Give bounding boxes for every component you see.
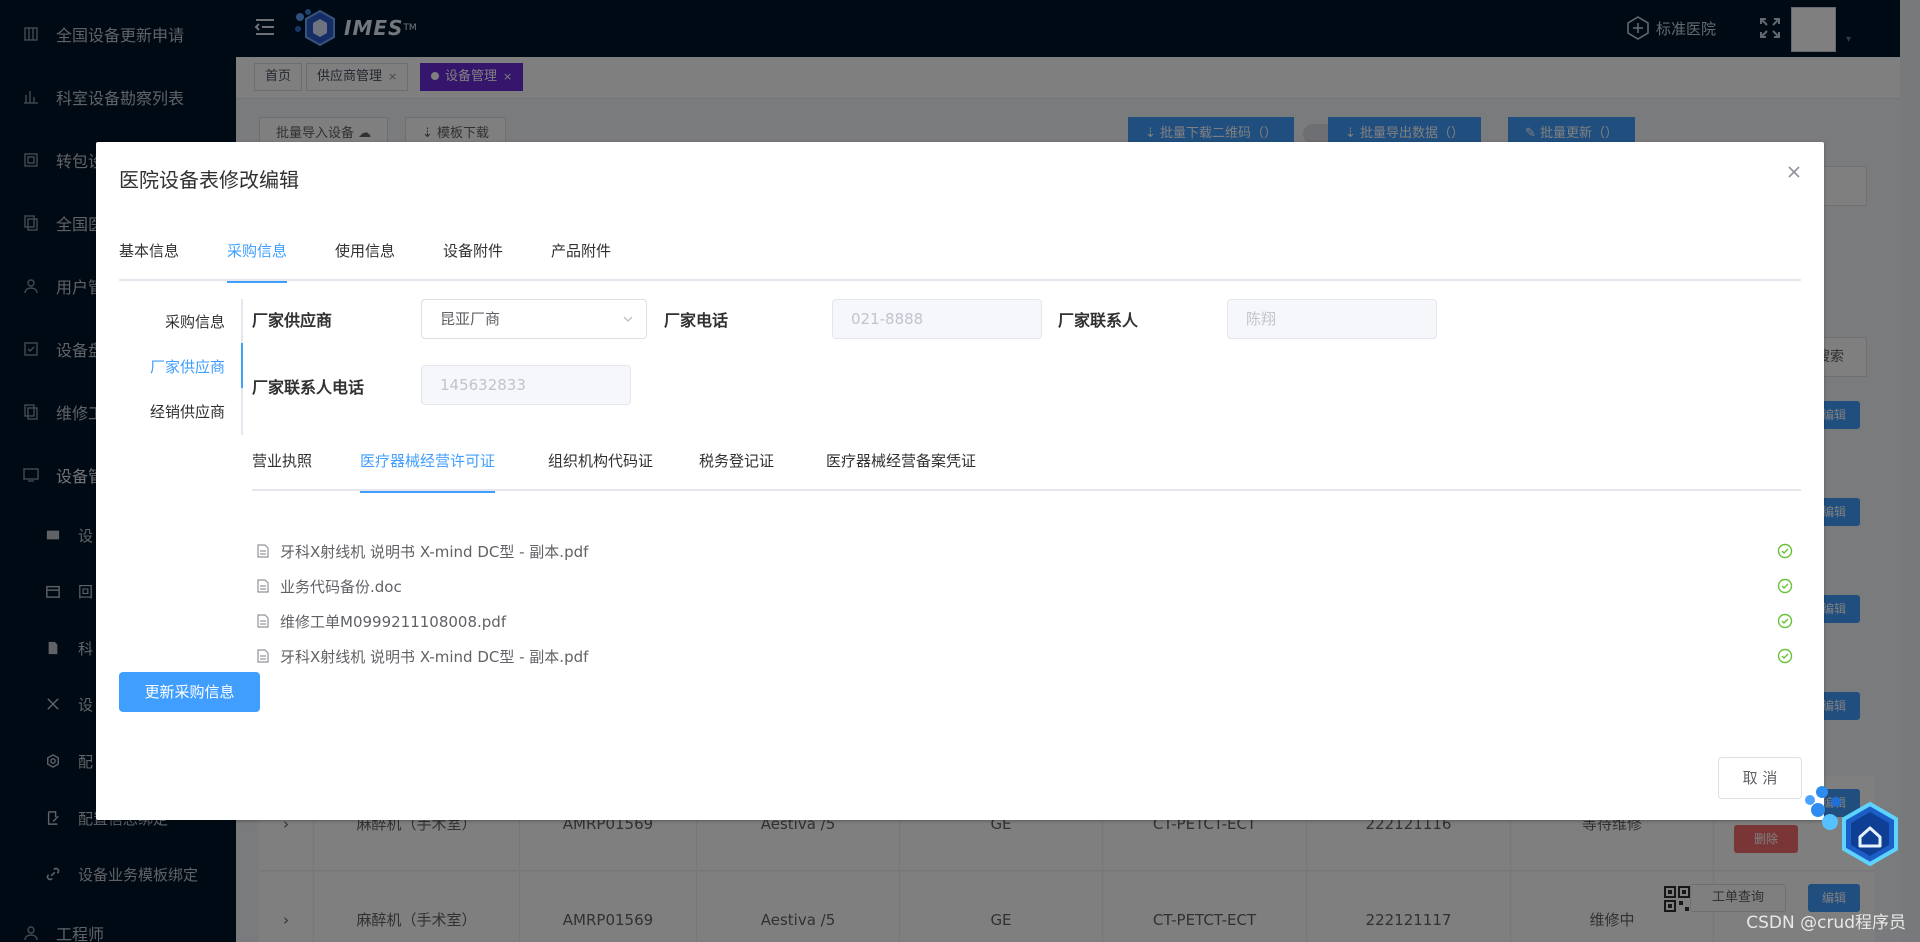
contact-phone-field[interactable]: 145632833 xyxy=(421,365,631,405)
side-menu: 采购信息 厂家供应商 经销供应商 xyxy=(119,299,243,435)
input-value: 陈翔 xyxy=(1246,310,1277,328)
tab-product-attachments[interactable]: 产品附件 xyxy=(551,238,611,281)
file-item[interactable]: 维修工单M0999211108008.pdf xyxy=(252,608,1801,634)
chevron-down-icon xyxy=(623,316,633,323)
file-item[interactable]: 业务代码备份.doc xyxy=(252,573,1801,599)
tab-device-attachments[interactable]: 设备附件 xyxy=(443,238,503,281)
tab-purchase-info[interactable]: 采购信息 xyxy=(227,238,288,283)
document-icon xyxy=(257,544,269,558)
cancel-button[interactable]: 取 消 xyxy=(1718,757,1802,799)
close-icon[interactable] xyxy=(1786,164,1802,180)
file-name[interactable]: 维修工单M0999211108008.pdf xyxy=(280,611,506,632)
tab-filing-cert[interactable]: 医疗器械经营备案凭证 xyxy=(826,448,976,491)
phone-label: 厂家电话 xyxy=(664,311,729,330)
input-value: 021-8888 xyxy=(851,310,924,328)
floating-home-icon[interactable] xyxy=(1800,782,1910,882)
file-name[interactable]: 牙科X射线机 说明书 X-mind DC型 - 副本.pdf xyxy=(280,541,588,562)
file-name[interactable]: 牙科X射线机 说明书 X-mind DC型 - 副本.pdf xyxy=(280,646,588,667)
tab-org-code[interactable]: 组织机构代码证 xyxy=(548,448,653,491)
dialog-tabs: 基本信息 采购信息 使用信息 设备附件 产品附件 xyxy=(119,238,1801,283)
side-item-manufacturer[interactable]: 厂家供应商 xyxy=(150,356,225,377)
update-purchase-button[interactable]: 更新采购信息 xyxy=(119,672,260,712)
dialog-title: 医院设备表修改编辑 xyxy=(119,168,299,192)
input-value: 145632833 xyxy=(440,376,526,394)
document-icon xyxy=(257,649,269,663)
document-icon xyxy=(257,579,269,593)
contact-label: 厂家联系人 xyxy=(1058,311,1139,330)
tab-tax-cert[interactable]: 税务登记证 xyxy=(699,448,774,491)
select-value: 昆亚厂商 xyxy=(440,310,501,328)
file-name[interactable]: 业务代码备份.doc xyxy=(280,576,402,597)
file-item[interactable]: 牙科X射线机 说明书 X-mind DC型 - 副本.pdf xyxy=(252,643,1801,669)
check-circle-icon xyxy=(1777,578,1793,594)
side-item-distributor[interactable]: 经销供应商 xyxy=(150,401,225,422)
supplier-label: 厂家供应商 xyxy=(252,311,333,330)
side-active-indicator xyxy=(241,343,243,388)
file-item[interactable]: 牙科X射线机 说明书 X-mind DC型 - 副本.pdf xyxy=(252,538,1801,564)
edit-dialog: 医院设备表修改编辑 基本信息 采购信息 使用信息 设备附件 产品附件 采购信息 … xyxy=(96,142,1824,820)
license-tabs: 营业执照 医疗器械经营许可证 组织机构代码证 税务登记证 医疗器械经营备案凭证 xyxy=(252,448,1801,493)
check-circle-icon xyxy=(1777,543,1793,559)
button-label: 更新采购信息 xyxy=(144,683,235,701)
check-circle-icon xyxy=(1777,648,1793,664)
supplier-select[interactable]: 昆亚厂商 xyxy=(421,299,647,339)
phone-field[interactable]: 021-8888 xyxy=(832,299,1042,339)
button-label: 取 消 xyxy=(1742,769,1778,787)
contact-phone-label: 厂家联系人电话 xyxy=(252,378,365,397)
watermark: CSDN @crud程序员 xyxy=(1746,913,1906,933)
tab-business-license[interactable]: 营业执照 xyxy=(252,448,312,491)
side-item-purchase[interactable]: 采购信息 xyxy=(165,311,225,332)
tab-basic-info[interactable]: 基本信息 xyxy=(119,238,179,281)
tab-device-license[interactable]: 医疗器械经营许可证 xyxy=(360,448,496,493)
tab-usage-info[interactable]: 使用信息 xyxy=(335,238,395,281)
check-circle-icon xyxy=(1777,613,1793,629)
document-icon xyxy=(257,614,269,628)
contact-field[interactable]: 陈翔 xyxy=(1227,299,1437,339)
